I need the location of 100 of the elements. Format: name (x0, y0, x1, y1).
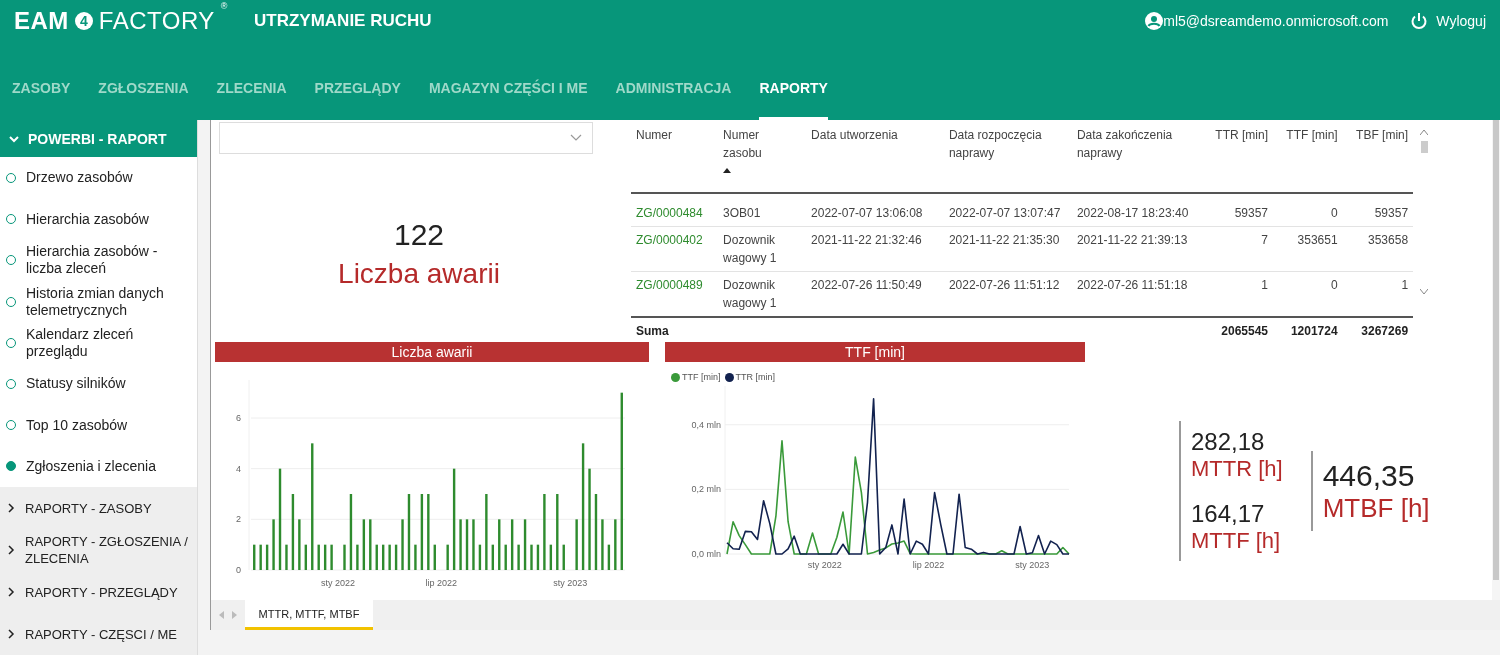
bar (253, 544, 256, 570)
column-header[interactable]: Numer (631, 124, 719, 193)
table-cell: 3OB01 (718, 200, 807, 227)
table-cell: Dozownik wagowy 1 (718, 226, 807, 272)
bar (317, 544, 320, 570)
user-email: ml5@dsreamdemo.onmicrosoft.com (1163, 13, 1389, 29)
item-label: Drzewo zasobów (26, 169, 133, 187)
axis-label: 0,4 mln (691, 419, 721, 430)
bar (388, 544, 391, 570)
column-header[interactable]: Data rozpoczęcia naprawy (943, 124, 1072, 193)
chevron-down-icon (570, 134, 582, 142)
sort-up-icon (723, 168, 732, 173)
item-label: Kalendarz zleceń przeglądu (26, 325, 135, 360)
bar (304, 544, 307, 570)
metric-value: 282,18 (1191, 428, 1266, 456)
table-cell: 2022-07-07 13:06:08 (806, 200, 944, 227)
column-header[interactable]: TBF [min] (1342, 124, 1414, 193)
kpi-value: 122 (393, 218, 445, 252)
table-cell: 2021-11-22 21:35:30 (943, 226, 1072, 272)
bar (401, 519, 404, 570)
bar (375, 544, 378, 570)
record-link[interactable]: ZG/0000489 (631, 271, 719, 317)
column-header[interactable]: Data zakończenia naprawy (1071, 124, 1202, 193)
column-header[interactable]: TTR [min] (1201, 124, 1274, 193)
metric-label: MTBF [h] (1322, 492, 1430, 524)
bar (562, 544, 565, 570)
table-cell: 2022-07-07 13:07:47 (943, 200, 1072, 227)
axis-label: lip 2022 (425, 578, 457, 588)
user-icon (1145, 12, 1164, 30)
scrollbar-thumb[interactable] (1493, 120, 1499, 580)
table-cell: Dozownik wagowy 1 (718, 271, 807, 317)
registered-mark: ® (220, 1, 228, 11)
table-cell: 353658 (1342, 226, 1414, 272)
chart-title: TTF [min] (665, 342, 1085, 362)
total-cell: 3267269 (1342, 317, 1414, 344)
axis-label: 4 (236, 463, 241, 474)
chevron-icon (6, 502, 16, 515)
item-label: Hierarchia zasobów - liczba zleceń (26, 243, 159, 278)
scroll-up-icon (1420, 130, 1429, 135)
column-header[interactable]: Numer zasobu (718, 124, 807, 193)
bar (536, 544, 540, 570)
table-cell: 0 (1273, 271, 1343, 317)
table-cell: 2022-07-26 11:50:49 (806, 271, 944, 317)
axis-label: 6 (236, 413, 241, 423)
bar (510, 519, 514, 570)
bar (356, 544, 359, 570)
item-label: Hierarchia zasobów (26, 210, 149, 228)
bar (575, 519, 578, 570)
table-cell: 2022-07-26 11:51:18 (1071, 271, 1202, 317)
column-header[interactable]: Data utworzenia (806, 124, 944, 193)
scrollbar-thumb[interactable] (1420, 141, 1428, 153)
chevron-icon (6, 586, 16, 599)
bar (285, 544, 288, 570)
bar (523, 519, 527, 570)
column-header[interactable]: TTF [min] (1273, 124, 1343, 193)
axis-label: 0,2 mln (691, 484, 721, 495)
next-icon (232, 611, 237, 619)
axis-label: sty 2022 (807, 560, 842, 570)
sidebar-group[interactable]: RAPORTY - CZĘSCI / ME (0, 613, 197, 655)
chevron-icon (6, 628, 16, 641)
table-cell: 2021-11-22 21:32:46 (806, 226, 944, 272)
table-cell: 0 (1273, 200, 1343, 227)
bar (607, 544, 611, 570)
group-label: RAPORTY - CZĘSCI / ME (25, 625, 177, 643)
bar (517, 544, 520, 570)
bar (323, 544, 327, 570)
logout-button[interactable]: Wyloguj (1436, 13, 1486, 29)
table-cell: 7 (1201, 226, 1274, 272)
record-link[interactable]: ZG/0000402 (631, 226, 719, 272)
sidebar-section[interactable]: POWERBI - RAPORT (0, 120, 197, 158)
bar (433, 544, 436, 570)
bar (478, 544, 482, 570)
logo-mark: 4 (74, 12, 93, 30)
chart-title: Liczba awarii (215, 342, 649, 362)
table-cell: 2022-08-17 18:23:40 (1071, 200, 1202, 227)
sidebar-group[interactable]: RAPORTY - PRZEGLĄDY (0, 571, 197, 614)
bar (459, 519, 462, 570)
table-cell: 1 (1342, 271, 1414, 317)
bar (601, 519, 604, 570)
group-label: RAPORTY - ZASOBY (25, 499, 152, 517)
bar (369, 519, 372, 570)
item-label: Zgłoszenia i zlecenia (26, 457, 156, 475)
bar (491, 544, 494, 570)
axis-label: 2 (236, 514, 241, 525)
item-label: Statusy silników (26, 375, 126, 393)
sidebar-group[interactable]: RAPORTY - ZASOBY (0, 487, 197, 530)
scroll-down-icon (1420, 289, 1429, 294)
logo-text: FACTORY (98, 7, 215, 35)
bar (330, 544, 333, 570)
filter-dropdown[interactable] (219, 122, 593, 154)
chevron-icon (6, 544, 16, 557)
page-tab[interactable]: MTTR, MTTF, MTBF (245, 600, 373, 630)
table-cell: 59357 (1201, 200, 1274, 227)
record-link[interactable]: ZG/0000484 (631, 200, 719, 227)
bar (530, 544, 533, 570)
axis-label: sty 2023 (1015, 560, 1050, 570)
axis-label: 0,0 mln (691, 549, 721, 559)
logo-text: EAM (14, 7, 69, 35)
total-cell: 2065545 (1201, 317, 1274, 344)
sidebar-group[interactable]: RAPORTY - ZGŁOSZENIA / ZLECENIA (0, 529, 197, 572)
